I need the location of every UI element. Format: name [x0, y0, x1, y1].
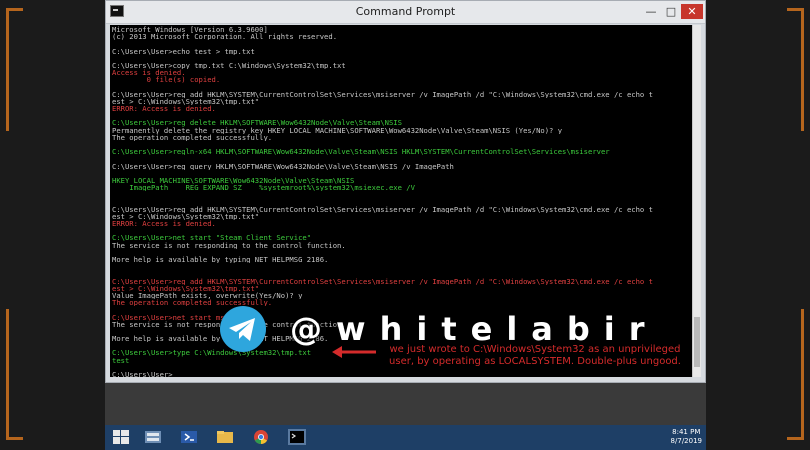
console-line: C:\Users\User>reg add HKLM\SYSTEM\Curren…	[112, 277, 653, 285]
console-line: C:\Users\User>reg add HKLM\SYSTEM\Curren…	[112, 90, 653, 98]
console-line: ERROR: Access is denied.	[112, 220, 216, 228]
console-line: C:\Users\User>reg query HKLM\SOFTWARE\Wo…	[112, 162, 454, 170]
console-line: C:\Users\User>echo test > tmp.txt	[112, 47, 255, 55]
minimize-button[interactable]: —	[641, 4, 661, 19]
console-line: More help is available by typing NET HEL…	[112, 256, 329, 264]
console-line: ImagePath REG_EXPAND_SZ %systemroot%\sys…	[112, 184, 415, 192]
console-line: est > C:\Windows\System32\tmp.txt"	[112, 97, 260, 106]
console-line: C:\Users\User>reg delete HKLM\SOFTWARE\W…	[112, 119, 402, 127]
powershell-icon[interactable]	[179, 428, 199, 446]
console-line: C:\Users\User>net start "Steam Client Se…	[112, 234, 312, 242]
desktop-screen: Command Prompt — □ ✕ Microsoft Windows […	[105, 0, 706, 450]
console-line: The operation completed successfully.	[112, 299, 273, 307]
console-line: C:\Users\User>regln-x64 HKLM\SOFTWARE\Wo…	[112, 148, 610, 156]
console-line: C:\Users\User>copy tmp.txt C:\Windows\Sy…	[112, 61, 346, 70]
console-line: C:\Users\User>reg add HKLM\SYSTEM\Curren…	[112, 205, 653, 213]
console-line: The operation completed successfully.	[112, 133, 273, 141]
clock-time: 8:41 PM	[672, 428, 701, 436]
close-button[interactable]: ✕	[681, 4, 703, 19]
console-line: Permanently delete the registry key HKEY…	[112, 126, 563, 134]
taskbar-clock[interactable]: 8:41 PM 8/7/2019	[671, 428, 702, 446]
start-icon[interactable]	[111, 428, 131, 446]
console-line: (c) 2013 Microsoft Corporation. All righ…	[112, 33, 338, 41]
console-line: ERROR: Access is denied.	[112, 105, 216, 113]
frame-corner-bottom-right	[787, 309, 804, 440]
annotation-line-2: user, by operating as LOCALSYSTEM. Doubl…	[389, 356, 681, 367]
telegram-icon	[220, 306, 266, 352]
console-line: Access is denied.	[112, 69, 186, 77]
taskbar: 8:41 PM 8/7/2019	[105, 425, 706, 450]
console-line: Value ImagePath exists, overwrite(Yes/No…	[112, 291, 303, 300]
console-line: est > C:\Windows\System32\tmp.txt"	[112, 212, 260, 221]
console-line: The service is not responding to the con…	[112, 241, 346, 249]
frame-corner-top-left	[6, 8, 23, 131]
frame-corner-bottom-left	[6, 309, 23, 440]
console-line: Microsoft Windows [Version 6.3.9600]	[112, 26, 268, 34]
frame-corner-top-right	[787, 8, 804, 131]
chrome-icon[interactable]	[251, 428, 271, 446]
clock-date: 8/7/2019	[670, 437, 702, 445]
console-line: 0 file(s) copied.	[112, 76, 221, 84]
console-line: HKEY_LOCAL_MACHINE\SOFTWARE\Wow6432Node\…	[112, 176, 355, 185]
vertical-scrollbar[interactable]	[692, 25, 701, 377]
window-titlebar[interactable]: Command Prompt — □ ✕	[106, 1, 705, 24]
command-prompt-taskbar-icon[interactable]	[287, 428, 307, 446]
server-manager-icon[interactable]	[143, 428, 163, 446]
console-line: C:\Users\User>_	[112, 371, 177, 377]
window-title: Command Prompt	[355, 5, 456, 18]
file-explorer-icon[interactable]	[215, 428, 235, 446]
console-line: est > C:\Windows\System32\tmp.txt"	[112, 284, 260, 292]
maximize-button[interactable]: □	[661, 4, 681, 19]
watermark-handle: @whitelabir	[290, 310, 659, 348]
